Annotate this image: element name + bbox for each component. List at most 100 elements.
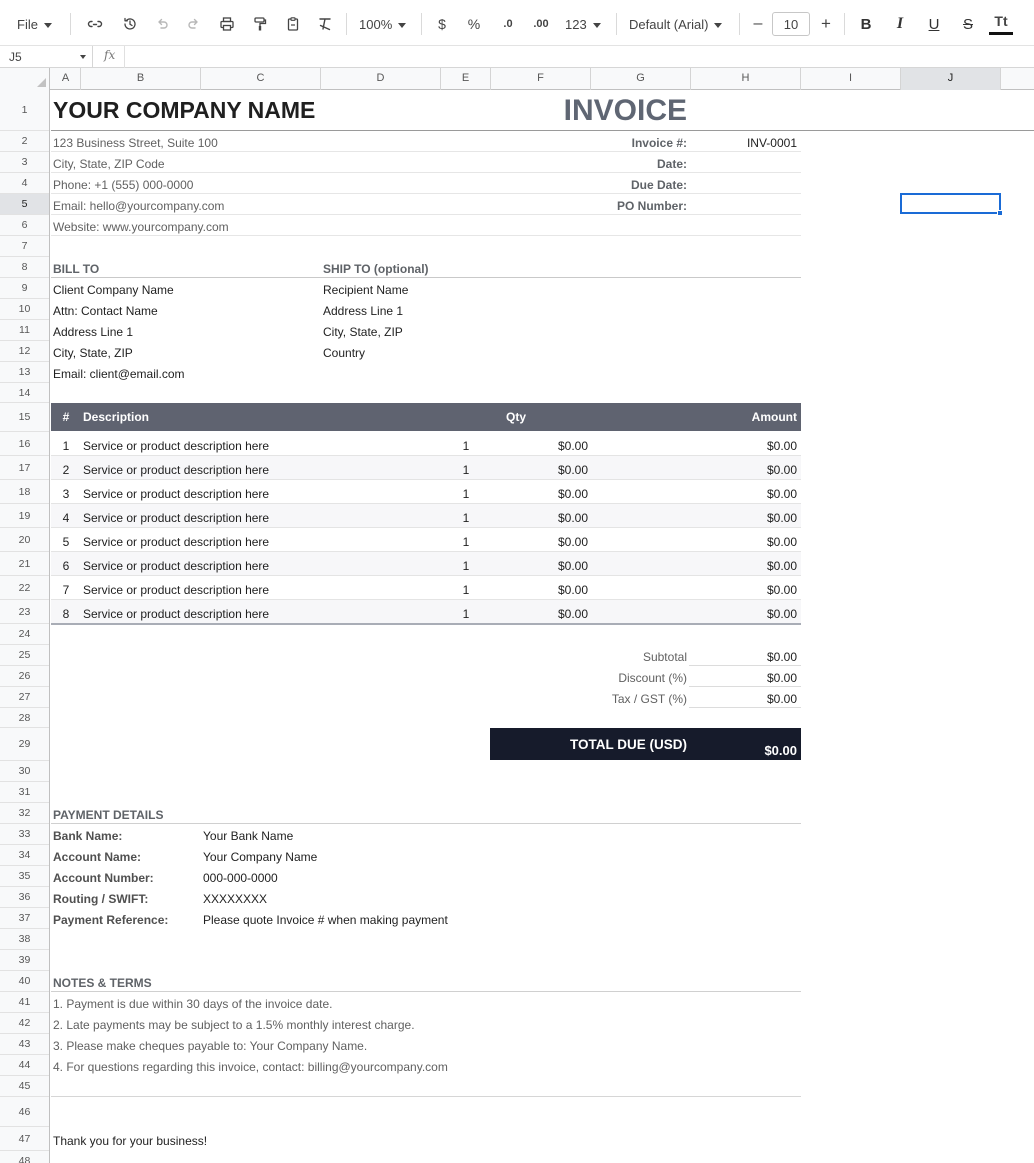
row-header[interactable]: 32 — [0, 803, 49, 824]
row-header[interactable]: 31 — [0, 782, 49, 803]
print-button[interactable] — [216, 10, 238, 38]
row-header[interactable]: 42 — [0, 1013, 49, 1034]
insert-link-button[interactable] — [84, 10, 106, 38]
row-header[interactable]: 1 — [0, 90, 49, 131]
row-header[interactable]: 22 — [0, 576, 49, 600]
row-header[interactable]: 4 — [0, 173, 49, 194]
column-header-d[interactable]: D — [321, 68, 441, 90]
row-header[interactable]: 11 — [0, 320, 49, 341]
row-header[interactable]: 47 — [0, 1127, 49, 1151]
row-header[interactable]: 20 — [0, 528, 49, 552]
row-header[interactable]: 6 — [0, 215, 49, 236]
row-header[interactable]: 24 — [0, 624, 49, 645]
row-header[interactable]: 34 — [0, 845, 49, 866]
percent-format-button[interactable]: % — [464, 10, 484, 38]
row-header[interactable]: 36 — [0, 887, 49, 908]
undo-button[interactable] — [151, 10, 173, 38]
table-row[interactable]: 3 Service or product description here 1 … — [51, 480, 801, 504]
row-header[interactable]: 21 — [0, 552, 49, 576]
clear-formatting-button[interactable] — [314, 10, 336, 38]
decrease-decimal-button[interactable]: .0 — [496, 10, 520, 38]
row-header[interactable]: 7 — [0, 236, 49, 257]
table-row[interactable]: 1 Service or product description here 1 … — [51, 432, 801, 456]
payment-label: Payment Reference: — [53, 913, 169, 927]
row-header[interactable]: 35 — [0, 866, 49, 887]
underline-button[interactable]: U — [924, 10, 944, 38]
row-header[interactable]: 14 — [0, 383, 49, 403]
row-header[interactable]: 39 — [0, 950, 49, 971]
italic-button[interactable]: I — [890, 10, 910, 38]
text-color-button[interactable]: Tt — [988, 10, 1014, 38]
table-row[interactable]: 4 Service or product description here 1 … — [51, 504, 801, 528]
row-header[interactable]: 12 — [0, 341, 49, 362]
strikethrough-button[interactable]: S — [958, 10, 978, 38]
row-header[interactable]: 43 — [0, 1034, 49, 1055]
column-header-g[interactable]: G — [591, 68, 691, 90]
row-header[interactable]: 17 — [0, 456, 49, 480]
row-header[interactable]: 26 — [0, 666, 49, 687]
row-header[interactable]: 29 — [0, 728, 49, 761]
row-header[interactable]: 28 — [0, 708, 49, 728]
row-header[interactable]: 18 — [0, 480, 49, 504]
selected-cell-j5[interactable] — [900, 193, 1003, 216]
increase-font-size-button[interactable]: + — [816, 10, 836, 38]
row-header[interactable]: 38 — [0, 929, 49, 950]
column-header-c[interactable]: C — [201, 68, 321, 90]
row-header[interactable]: 3 — [0, 152, 49, 173]
table-row[interactable]: 7 Service or product description here 1 … — [51, 576, 801, 600]
row-header[interactable]: 16 — [0, 432, 49, 456]
row-header[interactable]: 44 — [0, 1055, 49, 1076]
row-header[interactable]: 2 — [0, 131, 49, 152]
file-menu[interactable]: File — [17, 10, 57, 38]
zoom-select[interactable]: 100% — [359, 10, 409, 38]
row-header[interactable]: 45 — [0, 1076, 49, 1097]
corner-triangle-icon — [37, 78, 46, 87]
sheet-grid[interactable]: YOUR COMPANY NAME INVOICE 123 Business S… — [51, 90, 1034, 1163]
item-number: 4 — [62, 511, 70, 525]
column-header-j[interactable]: J — [901, 68, 1001, 90]
table-row[interactable]: 5 Service or product description here 1 … — [51, 528, 801, 552]
table-row[interactable]: 2 Service or product description here 1 … — [51, 456, 801, 480]
row-header[interactable]: 15 — [0, 403, 49, 432]
row-header[interactable]: 41 — [0, 992, 49, 1013]
font-size-input[interactable] — [772, 12, 810, 36]
column-header-h[interactable]: H — [691, 68, 801, 90]
row-header[interactable]: 40 — [0, 971, 49, 992]
column-header-i[interactable]: I — [801, 68, 901, 90]
select-all-corner[interactable] — [0, 68, 50, 90]
row-header[interactable]: 27 — [0, 687, 49, 708]
number-format-select[interactable]: 123 — [565, 10, 603, 38]
row-header[interactable]: 46 — [0, 1097, 49, 1127]
row-header[interactable]: 9 — [0, 278, 49, 299]
table-row[interactable]: 6 Service or product description here 1 … — [51, 552, 801, 576]
column-header-e[interactable]: E — [441, 68, 491, 90]
row-header[interactable]: 33 — [0, 824, 49, 845]
column-header-k[interactable] — [1001, 68, 1034, 90]
row-header[interactable]: 23 — [0, 600, 49, 624]
formula-input[interactable] — [126, 46, 1034, 68]
bold-button[interactable]: B — [856, 10, 876, 38]
column-header-a[interactable]: A — [51, 68, 81, 90]
row-header[interactable]: 25 — [0, 645, 49, 666]
decrease-font-size-button[interactable]: – — [749, 10, 767, 38]
fill-handle[interactable] — [997, 210, 1003, 216]
paint-format-button[interactable] — [249, 10, 271, 38]
paste-button[interactable] — [282, 10, 304, 38]
row-header[interactable]: 8 — [0, 257, 49, 278]
name-box[interactable]: J5 — [0, 46, 93, 68]
row-header[interactable]: 10 — [0, 299, 49, 320]
version-history-button[interactable] — [119, 10, 141, 38]
row-header[interactable]: 19 — [0, 504, 49, 528]
row-header[interactable]: 13 — [0, 362, 49, 383]
font-family-select[interactable]: Default (Arial) — [629, 10, 729, 38]
currency-format-button[interactable]: $ — [432, 10, 452, 38]
row-header[interactable]: 48 — [0, 1151, 49, 1163]
column-header-b[interactable]: B — [81, 68, 201, 90]
row-header[interactable]: 5 — [0, 194, 49, 215]
increase-decimal-button[interactable]: .00 — [528, 10, 554, 38]
row-header[interactable]: 37 — [0, 908, 49, 929]
redo-button[interactable] — [183, 10, 205, 38]
row-header[interactable]: 30 — [0, 761, 49, 782]
table-row[interactable]: 8 Service or product description here 1 … — [51, 600, 801, 624]
column-header-f[interactable]: F — [491, 68, 591, 90]
